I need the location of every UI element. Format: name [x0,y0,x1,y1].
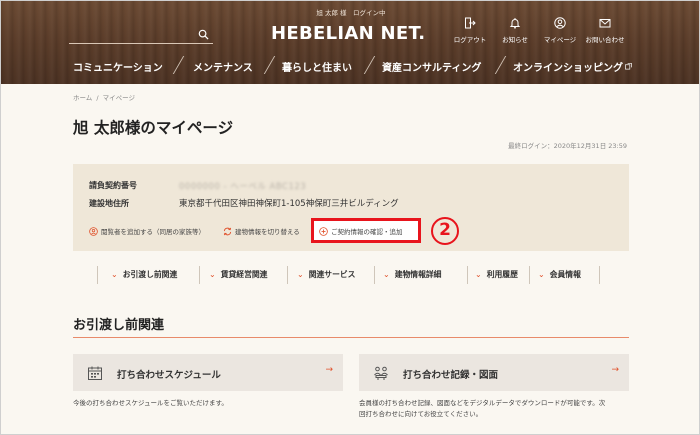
nav-divider [494,56,507,74]
mail-icon [599,19,611,28]
contract-number-label: 請負契約番号 [89,181,137,190]
section-anchor-nav: ⌄ お引渡し前関連 ⌄ 賃貸経営関連 ⌄ 関連サービス ⌄ 建物情報詳細 ⌄ 利用履歴 ⌄… [97,266,609,284]
add-user-icon [89,227,98,236]
contact-label: お問い合わせ [585,36,625,44]
add-viewer-button[interactable]: 閲覧者を追加する（同居の家族等） [89,226,205,236]
nav-living[interactable]: 暮らしと住まい [282,59,352,74]
anchor-divider [287,266,288,284]
breadcrumb-home[interactable]: ホーム [73,94,92,102]
nav-communication[interactable]: コミュニケーション [73,59,163,74]
anchor-pre-handover-label: お引渡し前関連 [122,270,178,279]
anchor-divider [374,266,375,284]
anchor-building-details[interactable]: ⌄ 建物情報詳細 [383,269,441,280]
contract-number-value: 0000000 - ヘーベル ABC123 [179,182,307,192]
nav-divider [263,56,276,74]
meeting-records-desc-line2: 回打ち合わせに向けてお役立てください。 [359,410,483,418]
chevron-down-icon: ⌄ [475,270,482,279]
chevron-down-icon: ⌄ [297,270,304,279]
anchor-member-info[interactable]: ⌄ 会員情報 [538,269,581,280]
site-header: 旭 太郎 様 ログイン中 HEBELIAN NET. ログアウト お知らせ マイ… [1,1,699,84]
add-viewer-label: 閲覧者を追加する（同居の家族等） [101,228,205,236]
address-label: 建設地住所 [89,199,129,208]
nav-divider [363,56,376,74]
anchor-services[interactable]: ⌄ 関連サービス [297,269,355,280]
breadcrumb-separator: / [96,94,99,102]
arrow-right-icon: → [611,365,619,375]
plus-circle-icon [319,227,328,236]
anchor-divider [199,266,200,284]
anchor-services-label: 関連サービス [308,270,356,279]
contract-confirm-add-label: ご契約情報の確認・追加 [331,228,403,236]
meeting-icon [374,366,388,380]
anchor-pre-handover[interactable]: ⌄ お引渡し前関連 [111,269,177,280]
switch-building-button[interactable]: 建物情報を切り替える [223,226,300,236]
user-icon [554,17,566,29]
bell-icon [509,18,521,29]
anchor-member-info-label: 会員情報 [549,270,581,279]
callout-number-badge: 2 [431,217,459,245]
search-input[interactable] [69,28,213,44]
external-link-icon [625,63,632,70]
switch-building-label: 建物情報を切り替える [235,228,300,236]
section-divider [73,337,629,338]
anchor-building-details-label: 建物情報詳細 [394,270,442,279]
notifications-button[interactable]: お知らせ [493,17,537,47]
contract-info-panel: 請負契約番号 0000000 - ヘーベル ABC123 建設地住所 東京都千代… [73,164,629,251]
address-value: 東京都千代田区神田神保町1-105神保町三井ビルディング [179,199,399,209]
page-title: 旭 太郎様のマイページ [73,119,234,137]
anchor-divider [599,266,600,284]
anchor-history[interactable]: ⌄ 利用履歴 [475,269,518,280]
nav-asset-consulting[interactable]: 資産コンサルティング [382,59,481,74]
arrow-right-icon: → [325,365,333,375]
chevron-down-icon: ⌄ [538,270,545,279]
meeting-schedule-card[interactable]: 打ち合わせスケジュール → [73,354,343,391]
switch-icon [223,227,232,236]
contact-button[interactable]: お問い合わせ [583,17,627,47]
anchor-rental[interactable]: ⌄ 賃貸経営関連 [209,269,267,280]
section-title: お引渡し前関連 [73,318,165,333]
nav-divider [172,56,185,74]
anchor-divider [467,266,468,284]
calendar-icon [88,366,102,380]
meeting-schedule-title: 打ち合わせスケジュール [117,370,221,381]
site-logo[interactable]: HEBELIAN NET. [271,23,431,44]
breadcrumb: ホーム / マイページ [73,92,135,102]
meeting-schedule-desc: 今後の打ち合わせスケジュールをご覧いただけます。 [73,399,228,407]
logout-icon [465,17,476,29]
anchor-divider [97,266,98,284]
nav-online-shopping-label: オンラインショッピング [513,63,623,74]
anchor-divider [529,266,530,284]
mypage-button[interactable]: マイページ [538,17,582,47]
page-frame: 旭 太郎 様 ログイン中 HEBELIAN NET. ログアウト お知らせ マイ… [0,0,700,435]
meeting-records-desc-line1: 会員様の打ち合わせ記録、図面などをデジタルデータでダウンロードが可能です。次 [359,399,606,407]
chevron-down-icon: ⌄ [383,270,390,279]
contract-confirm-add-button[interactable]: ご契約情報の確認・追加 [319,226,403,236]
meeting-records-title: 打ち合わせ記録・図面 [403,370,499,381]
chevron-down-icon: ⌄ [209,270,216,279]
notifications-label: お知らせ [502,36,528,44]
breadcrumb-current: マイページ [102,94,136,102]
search-icon[interactable] [198,29,209,40]
nav-online-shopping[interactable]: オンラインショッピング [513,59,632,74]
logout-label: ログアウト [453,36,487,44]
anchor-rental-label: 賃貸経営関連 [220,270,268,279]
meeting-records-card[interactable]: 打ち合わせ記録・図面 → [359,354,629,391]
logout-button[interactable]: ログアウト [448,17,492,47]
last-login: 最終ログイン：2020年12月31日 23:59 [508,142,627,150]
mypage-label: マイページ [543,36,577,44]
nav-maintenance[interactable]: メンテナンス [193,59,253,74]
login-status: 旭 太郎 様 ログイン中 [316,9,386,17]
anchor-history-label: 利用履歴 [486,270,518,279]
main-navigation: コミュニケーション メンテナンス 暮らしと住まい 資産コンサルティング オンライ… [1,56,699,76]
chevron-down-icon: ⌄ [111,270,118,279]
